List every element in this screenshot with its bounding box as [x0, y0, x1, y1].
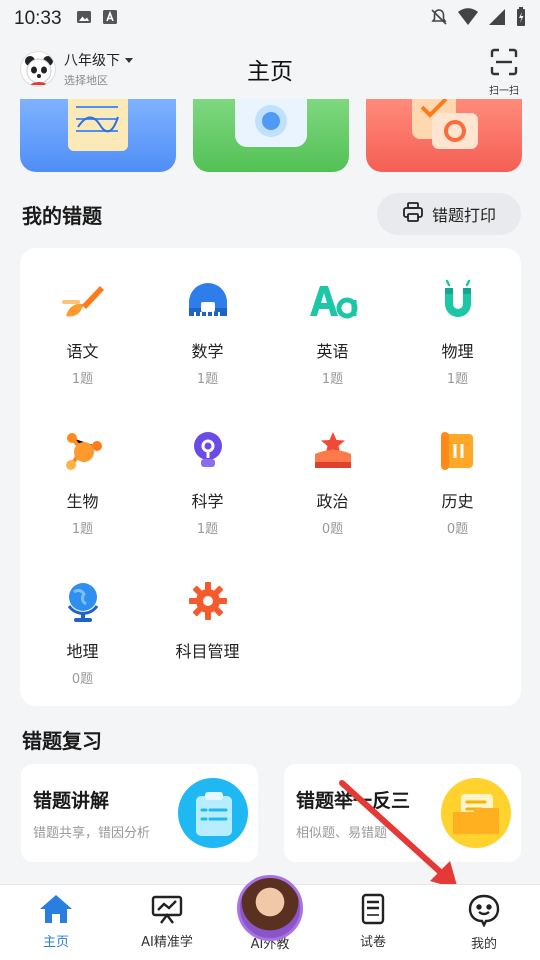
star-podium-icon: [308, 426, 358, 476]
gallery-notification-icon: [76, 9, 92, 29]
review-card-subtitle: 错题共享，错因分析: [33, 826, 151, 841]
feature-card-notes[interactable]: [20, 99, 176, 172]
brush-icon: [58, 276, 108, 326]
feature-cards: [20, 99, 522, 172]
bottom-nav: 主页 AI精准学 AI外教 试卷 我的: [0, 875, 540, 960]
review-card-title: 错题讲解: [33, 790, 110, 812]
subject-math[interactable]: 数学 1题: [145, 276, 270, 387]
wifi-icon: [458, 8, 478, 30]
gear-icon: [183, 576, 233, 626]
subject-science[interactable]: 科学 1题: [145, 426, 270, 537]
nav-ai-tutor[interactable]: AI外教: [225, 875, 315, 952]
folder-icon: [441, 778, 511, 848]
font-notification-icon: [102, 9, 118, 29]
scan-label: 扫一扫: [489, 86, 519, 97]
smiley-icon: [466, 894, 502, 931]
subject-management-button[interactable]: 科目管理: [145, 576, 270, 662]
aa-icon: [308, 276, 358, 326]
home-icon: [38, 895, 74, 929]
print-wrong-questions-button[interactable]: 错题打印: [377, 193, 521, 235]
battery-icon: [516, 7, 526, 31]
scan-button[interactable]: 扫一扫: [486, 48, 522, 97]
test-paper-icon: [355, 893, 391, 929]
app-header: 八年级下 选择地区 主页 扫一扫: [0, 44, 540, 97]
subject-history[interactable]: 历史 0题: [395, 426, 520, 537]
nav-home[interactable]: 主页: [11, 893, 101, 950]
feature-card-camera[interactable]: [193, 99, 349, 172]
review-card-similar[interactable]: 错题举一反三 相似题、易错题: [284, 764, 521, 862]
bulb-icon: [183, 426, 233, 476]
camera-check-icon: [412, 99, 478, 149]
print-label: 错题打印: [431, 206, 496, 225]
nav-test-papers[interactable]: 试卷: [328, 893, 418, 950]
ruler-icon: [183, 276, 233, 326]
wrong-questions-title: 我的错题: [22, 204, 102, 228]
scan-icon: [490, 48, 518, 80]
review-card-title: 错题举一反三: [296, 790, 411, 812]
nav-mine[interactable]: 我的: [439, 893, 529, 952]
magnet-icon: [433, 276, 483, 326]
scroll-icon: [433, 426, 483, 476]
subject-biology[interactable]: 生物 1题: [20, 426, 145, 537]
notebook-icon: [68, 99, 128, 151]
feature-card-photo[interactable]: [366, 99, 522, 172]
panda-avatar-icon: [20, 51, 56, 87]
molecule-icon: [58, 426, 108, 476]
printer-icon: [402, 201, 432, 227]
region-label[interactable]: 选择地区: [64, 72, 133, 88]
review-card-subtitle: 相似题、易错题: [296, 826, 388, 841]
presentation-icon: [149, 895, 185, 929]
signal-icon: [488, 8, 506, 30]
ai-tutor-avatar: [237, 875, 303, 941]
clipboard-icon: [178, 778, 248, 848]
caret-down-icon: [125, 57, 133, 63]
subject-politics[interactable]: 政治 0题: [270, 426, 395, 537]
grade-label: 八年级下: [64, 53, 120, 69]
review-title: 错题复习: [22, 729, 102, 753]
grade-selector[interactable]: 八年级下 选择地区: [20, 50, 133, 88]
subject-english[interactable]: 英语 1题: [270, 276, 395, 387]
status-time: 10:33: [14, 8, 62, 29]
subjects-card: 语文 1题 数学 1题 英语 1题 物理 1题 生物 1题 科学 1题 政治 0…: [20, 248, 521, 706]
mute-icon: [430, 8, 448, 30]
scanner-icon: [235, 99, 307, 147]
globe-icon: [58, 576, 108, 626]
subject-physics[interactable]: 物理 1题: [395, 276, 520, 387]
subject-geography[interactable]: 地理 0题: [20, 576, 145, 687]
status-bar: 10:33: [0, 0, 540, 38]
review-card-explanation[interactable]: 错题讲解 错题共享，错因分析: [21, 764, 258, 862]
subject-chinese[interactable]: 语文 1题: [20, 276, 145, 387]
nav-ai-precise-learning[interactable]: AI精准学: [122, 893, 212, 950]
